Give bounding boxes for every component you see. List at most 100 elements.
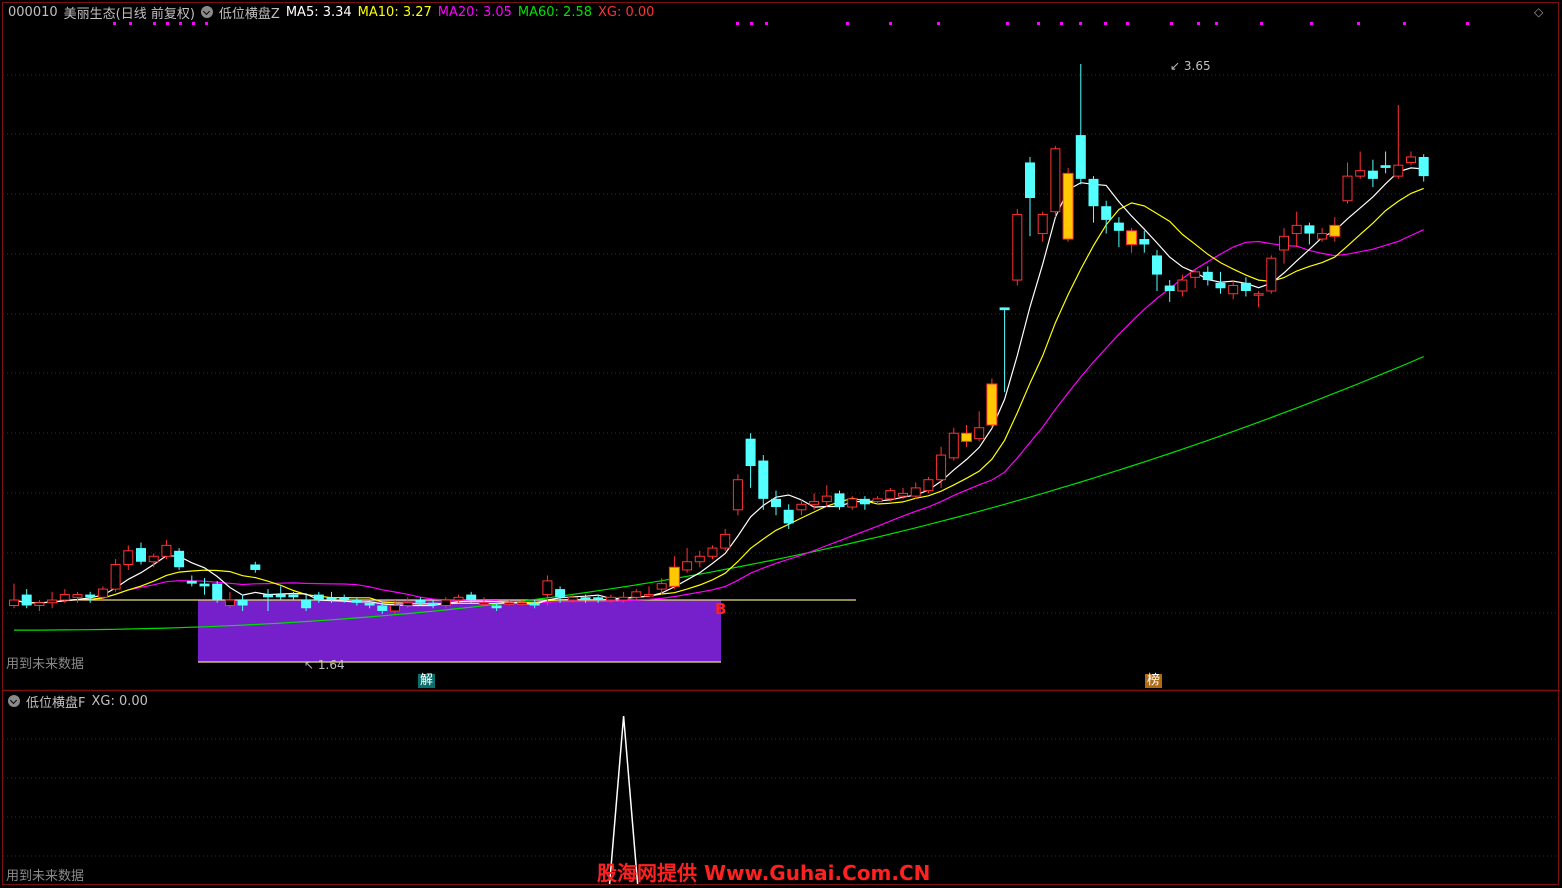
candle-body: [1190, 271, 1201, 278]
candle: [923, 476, 934, 494]
candle-body: [1418, 156, 1429, 177]
candle: [1291, 211, 1302, 248]
candle-body: [758, 460, 769, 499]
candle: [1050, 146, 1061, 218]
candle-body: [1253, 293, 1264, 296]
tag-jie[interactable]: 解: [418, 674, 436, 688]
candle: [1406, 151, 1416, 166]
candle-body: [732, 479, 743, 511]
sub-indicator-menu-icon[interactable]: [8, 695, 20, 707]
signal-dot: [129, 22, 132, 25]
candle: [707, 545, 718, 560]
grid-lines: [2, 2, 1560, 885]
candle-body: [821, 495, 832, 503]
candle: [34, 600, 45, 611]
candle: [1228, 280, 1239, 300]
future-data-note-top: 用到未来数据: [6, 657, 85, 672]
signal-dot: [846, 22, 849, 25]
candle: [1304, 222, 1315, 245]
signal-dot: [736, 22, 739, 25]
candle-body: [275, 594, 286, 598]
signal-dot: [113, 22, 116, 25]
candle-body: [517, 602, 527, 605]
candle: [936, 446, 947, 488]
candle: [1367, 159, 1378, 188]
candle-body: [351, 600, 362, 603]
candle: [682, 548, 693, 573]
signal-dot: [1104, 22, 1107, 25]
ma10-line: [13, 187, 1424, 605]
candle-body: [1113, 222, 1124, 231]
candle-body: [72, 594, 83, 598]
ma10-value: MA10: 3.27: [357, 4, 432, 20]
candle: [72, 591, 83, 603]
candle-body: [1075, 135, 1086, 179]
candle: [1380, 151, 1391, 174]
candle: [1342, 162, 1353, 204]
sub-indicator-name[interactable]: 低位横盘F: [26, 692, 85, 711]
ma5-line: [13, 167, 1424, 607]
candle-body: [936, 454, 947, 481]
stock-chart[interactable]: [0, 0, 1562, 888]
candle: [771, 490, 781, 516]
candle: [275, 586, 286, 601]
high-price-label: ↙ 3.65: [1170, 59, 1211, 73]
ma60-line: [14, 356, 1424, 631]
candle-body: [339, 597, 350, 601]
candle: [999, 307, 1010, 393]
signal-dot: [1466, 22, 1469, 25]
candle-body: [1279, 235, 1289, 251]
candle: [9, 583, 19, 609]
candle: [1253, 290, 1264, 308]
indicator-menu-icon[interactable]: [200, 6, 213, 18]
candle: [212, 580, 223, 603]
candle-body: [1393, 164, 1404, 177]
candle: [110, 559, 121, 592]
candle-body: [720, 533, 731, 549]
signal-dot: [1079, 22, 1082, 25]
candle-body: [1240, 282, 1251, 291]
candle-body: [1177, 279, 1188, 292]
candle-body: [148, 555, 159, 563]
candle: [250, 561, 261, 573]
box-fill: [198, 600, 721, 662]
signal-dot: [205, 22, 208, 25]
candle-body: [1215, 282, 1226, 289]
tag-bang[interactable]: 榜: [1145, 674, 1163, 688]
signal-dot: [937, 22, 940, 25]
candle-body: [961, 432, 972, 442]
candle-body: [847, 498, 858, 508]
candle-body: [1202, 271, 1213, 281]
candle-body: [783, 509, 794, 524]
candle-body: [1329, 224, 1341, 237]
candle: [1062, 167, 1074, 242]
signal-dot: [1403, 22, 1406, 25]
candle: [821, 485, 832, 508]
candle-body: [9, 599, 19, 607]
candle-body: [986, 383, 998, 426]
candle-body: [1380, 165, 1391, 168]
expand-icon[interactable]: ◇: [1534, 4, 1543, 20]
candle-body: [898, 492, 908, 497]
signal-dot: [1060, 22, 1063, 25]
consolidation-box: [64, 599, 856, 663]
indicator-name[interactable]: 低位横盘Z: [219, 3, 280, 22]
candle: [1418, 154, 1429, 182]
xg-indicator: [608, 715, 639, 885]
candle-body: [631, 591, 642, 598]
candle: [1152, 249, 1162, 291]
candle-body: [212, 583, 223, 601]
signal-dot: [192, 22, 195, 25]
candle: [1177, 274, 1188, 297]
candle-body: [1367, 170, 1378, 179]
candle-body: [809, 501, 820, 505]
watermark: 股海网提供 Www.Guhai.Com.CN: [597, 861, 931, 885]
candle-body: [682, 561, 693, 571]
candle: [1025, 156, 1035, 237]
candle: [1279, 228, 1289, 264]
candle: [847, 496, 858, 510]
signal-dot: [765, 22, 768, 25]
candle-body: [555, 589, 566, 598]
signal-dot: [1170, 22, 1173, 25]
candle-body: [59, 594, 70, 601]
